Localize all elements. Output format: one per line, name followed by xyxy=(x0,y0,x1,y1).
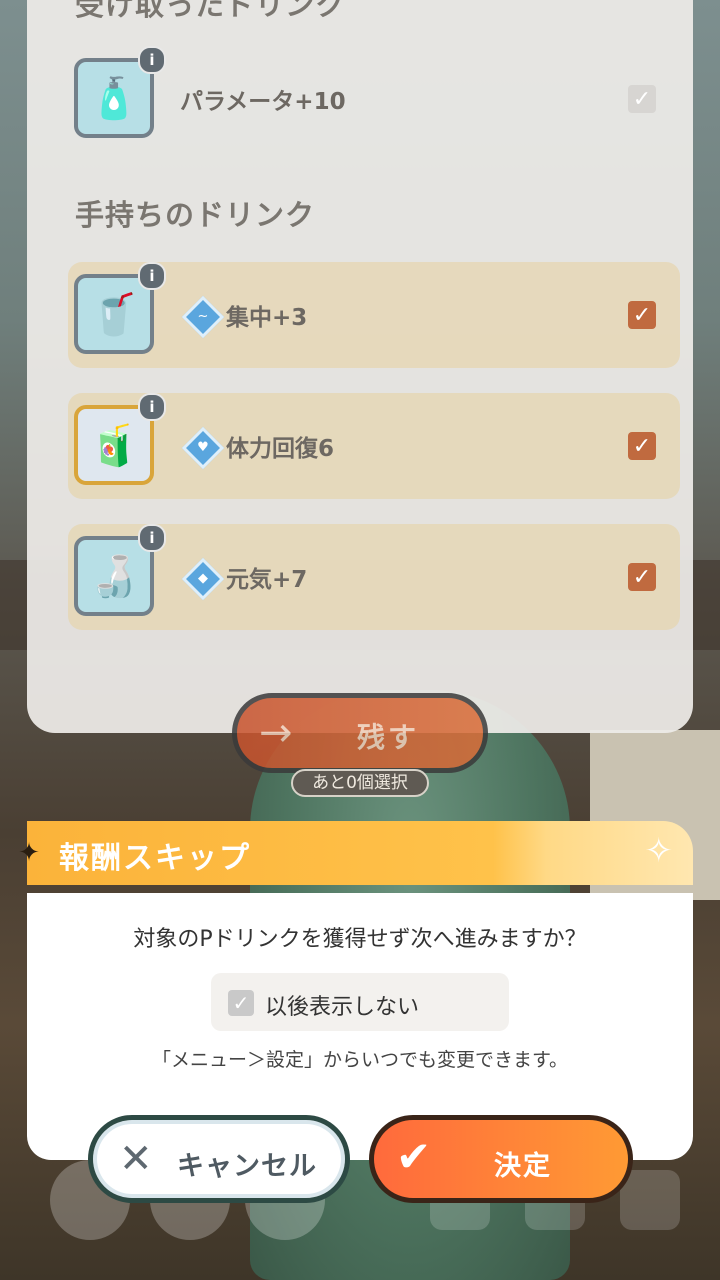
info-icon[interactable]: i xyxy=(138,46,166,74)
focus-icon: ~ xyxy=(181,295,225,339)
leave-button[interactable]: → 残す xyxy=(232,693,488,773)
info-icon[interactable]: i xyxy=(138,393,166,421)
sparkle-icon: ✧ xyxy=(644,831,674,871)
owned-drink-label: 元気+7 xyxy=(226,567,308,593)
cancel-button[interactable]: ✕ キャンセル xyxy=(88,1115,350,1203)
remaining-count-badge: あと0個選択 xyxy=(291,769,429,797)
confirm-button[interactable]: ✔ 決定 xyxy=(369,1115,633,1203)
owned-drink-checkbox[interactable]: ✓ xyxy=(628,432,656,460)
owned-drink-label: 体力回復6 xyxy=(226,436,335,462)
owned-drink-checkbox[interactable]: ✓ xyxy=(628,301,656,329)
owned-drink-row[interactable]: 🥤 i ~ 集中+3 ✓ xyxy=(68,262,680,368)
arrow-right-icon: → xyxy=(259,710,293,756)
leave-button-label: 残す xyxy=(357,721,420,754)
dialog-title: 報酬スキップ xyxy=(59,841,251,876)
received-drink-label: パラメータ+10 xyxy=(180,89,346,115)
received-drinks-title: 受け取ったドリンク xyxy=(75,0,346,22)
dont-show-again-label: 以後表示しない xyxy=(265,995,420,1020)
dont-show-again-toggle[interactable]: ✓ 以後表示しない xyxy=(211,973,509,1031)
owned-drinks-title: 手持ちのドリンク xyxy=(75,198,316,232)
dialog-message: 対象のPドリンクを獲得せず次へ進みますか？ xyxy=(133,927,587,952)
info-icon[interactable]: i xyxy=(138,262,166,290)
heart-icon: ♥ xyxy=(181,426,225,470)
info-icon[interactable]: i xyxy=(138,524,166,552)
dialog-header: ✦ 報酬スキップ ✧ xyxy=(18,821,693,885)
cancel-button-label: キャンセル xyxy=(177,1151,317,1182)
received-drink-row: 🧴 i パラメータ+10 ✓ xyxy=(68,46,680,152)
owned-drink-label: 集中+3 xyxy=(226,305,308,331)
owned-drink-checkbox[interactable]: ✓ xyxy=(628,563,656,591)
background-menu-icon xyxy=(620,1170,680,1230)
received-drink-checkbox: ✓ xyxy=(628,85,656,113)
close-icon: ✕ xyxy=(119,1136,153,1182)
owned-drink-row[interactable]: 🍶 i ◆ 元気+7 ✓ xyxy=(68,524,680,630)
confirm-button-label: 決定 xyxy=(494,1151,552,1182)
check-icon: ✔ xyxy=(396,1132,432,1181)
owned-drink-row[interactable]: 🧃 i ♥ 体力回復6 ✓ xyxy=(68,393,680,499)
energy-icon: ◆ xyxy=(181,557,225,601)
star-icon: ✦ xyxy=(18,838,40,868)
dont-show-again-checkbox[interactable]: ✓ xyxy=(228,990,254,1016)
dialog-note: 「メニュー＞設定」からいつでも変更できます。 xyxy=(151,1049,569,1071)
